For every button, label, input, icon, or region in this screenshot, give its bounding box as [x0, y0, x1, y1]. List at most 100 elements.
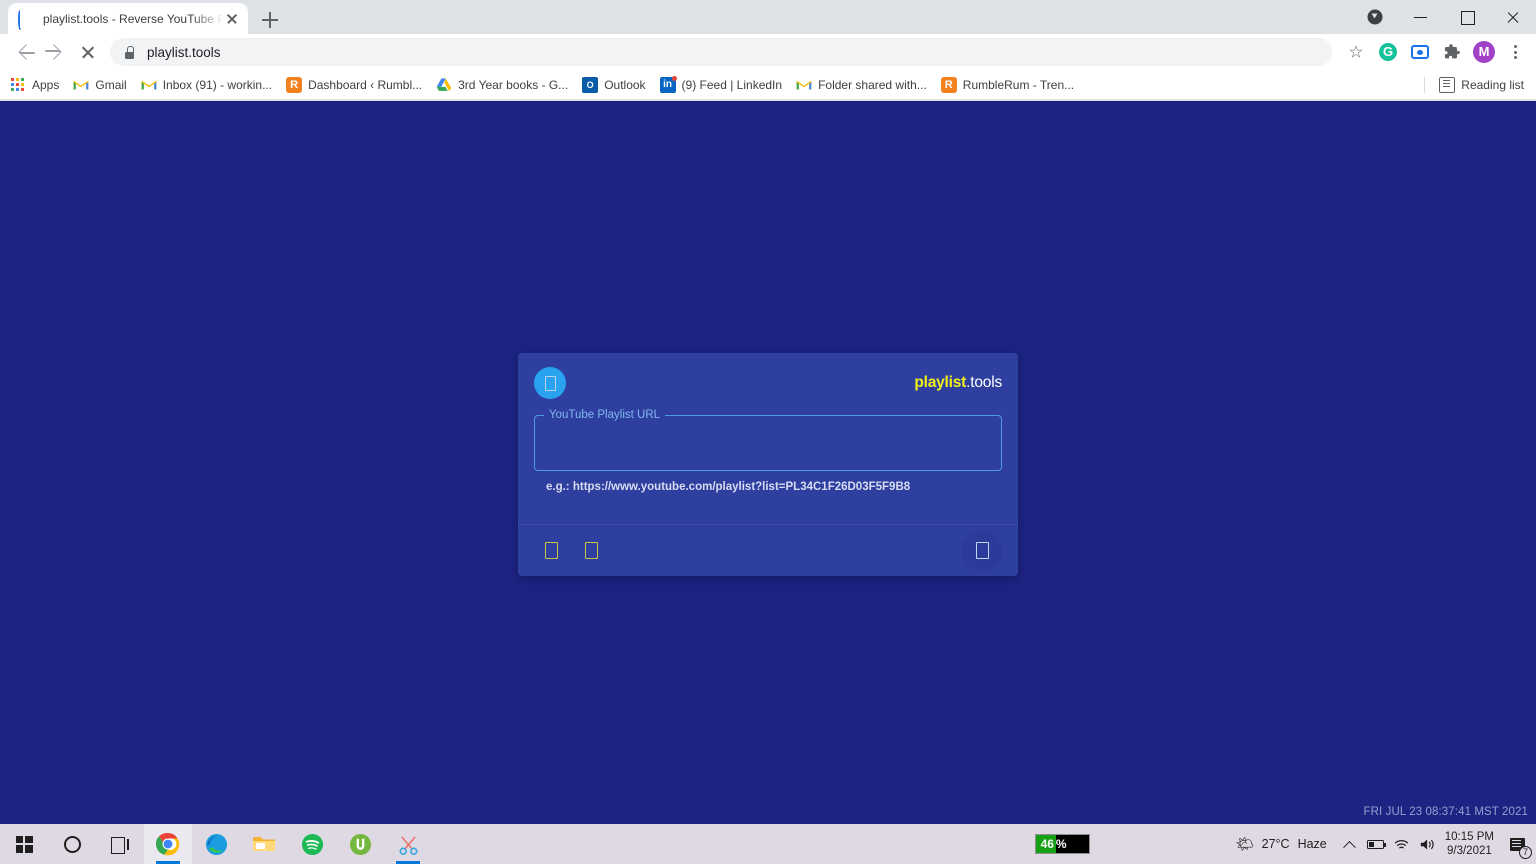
missing-glyph-box — [545, 376, 556, 391]
wifi-icon[interactable] — [1389, 824, 1415, 864]
address-bar[interactable]: playlist.tools — [110, 38, 1332, 66]
bookmark-rumblerum[interactable]: R RumbleRum - Tren... — [941, 77, 1074, 93]
missing-glyph-box — [976, 542, 989, 559]
notification-count-badge: 7 — [1519, 846, 1532, 859]
playlist-url-helper-text: e.g.: https://www.youtube.com/playlist?l… — [534, 481, 1002, 493]
reading-list-icon — [1439, 77, 1455, 93]
bookmark-inbox[interactable]: Inbox (91) - workin... — [141, 77, 272, 93]
windows-logo-icon — [16, 836, 33, 853]
snipping-tool-taskbar-icon[interactable] — [384, 824, 432, 864]
card-footer — [518, 524, 1018, 576]
profile-avatar[interactable]: M — [1468, 36, 1500, 68]
bookmark-apps[interactable]: Apps — [10, 77, 59, 93]
tab-title: playlist.tools - Reverse YouTube P — [43, 12, 224, 26]
card-body: playlist.tools YouTube Playlist URL e.g.… — [518, 353, 1018, 524]
footer-action-two-icon[interactable] — [574, 534, 608, 568]
lock-icon — [124, 46, 135, 59]
forward-arrow-icon[interactable] — [40, 36, 72, 68]
loading-spinner-icon — [18, 11, 34, 27]
bookmark-label: Dashboard ‹ Rumbl... — [308, 78, 422, 92]
task-view-button[interactable] — [96, 824, 144, 864]
stop-loading-icon[interactable] — [72, 36, 104, 68]
gmail-icon — [141, 77, 157, 93]
linkedin-icon: in — [660, 77, 676, 93]
browser-window: playlist.tools - Reverse YouTube P playl… — [0, 0, 1536, 824]
new-tab-button[interactable] — [256, 6, 284, 34]
maximize-button[interactable] — [1444, 0, 1490, 34]
missing-glyph-box — [585, 542, 598, 559]
screen-capture-icon[interactable] — [1404, 36, 1436, 68]
tab-close-icon[interactable] — [224, 11, 240, 27]
account-avatar-icon[interactable] — [534, 367, 566, 399]
download-icon[interactable] — [1352, 0, 1398, 34]
battery-icon[interactable] — [1363, 824, 1389, 864]
chrome-menu-icon[interactable] — [1500, 36, 1532, 68]
playlist-url-field[interactable]: YouTube Playlist URL — [534, 415, 1002, 471]
clock-time: 10:15 PM — [1445, 830, 1494, 844]
weather-widget[interactable]: 🌤 27°C Haze — [1236, 835, 1327, 853]
browser-tab[interactable]: playlist.tools - Reverse YouTube P — [8, 3, 248, 34]
folder-icon — [252, 834, 276, 854]
back-arrow-icon[interactable] — [8, 36, 40, 68]
volume-icon[interactable] — [1415, 824, 1441, 864]
edge-icon — [205, 833, 228, 856]
minimize-button[interactable] — [1398, 0, 1444, 34]
start-button[interactable] — [0, 824, 48, 864]
battery-percent-widget[interactable]: 46 % — [1035, 834, 1090, 854]
gmail-icon — [796, 77, 812, 93]
bookmark-folder-shared[interactable]: Folder shared with... — [796, 77, 927, 93]
reading-list-label: Reading list — [1461, 78, 1524, 92]
tab-strip: playlist.tools - Reverse YouTube P — [0, 0, 1536, 34]
battery-percent-value: 46 — [1036, 835, 1056, 853]
playlist-url-input[interactable] — [534, 415, 1002, 471]
bookmark-label: Folder shared with... — [818, 78, 927, 92]
taskbar-clock[interactable]: 10:15 PM 9/3/2021 — [1445, 830, 1494, 858]
extensions-puzzle-icon[interactable] — [1436, 36, 1468, 68]
chrome-taskbar-icon[interactable] — [144, 824, 192, 864]
clock-date: 9/3/2021 — [1445, 844, 1494, 858]
show-hidden-icons-chevron[interactable] — [1337, 824, 1363, 864]
search-circle-icon — [64, 836, 81, 853]
divider — [1424, 77, 1425, 93]
browser-toolbar: playlist.tools ☆ G M — [0, 34, 1536, 70]
bookmark-3rd-year-books[interactable]: 3rd Year books - G... — [436, 77, 568, 93]
bookmark-dashboard-rumble[interactable]: R Dashboard ‹ Rumbl... — [286, 77, 422, 93]
google-drive-icon — [436, 77, 452, 93]
bookmark-label: RumbleRum - Tren... — [963, 78, 1074, 92]
grammarly-extension-icon[interactable]: G — [1372, 36, 1404, 68]
action-center-icon[interactable]: 7 — [1502, 824, 1532, 864]
battery-percent-unit: % — [1056, 835, 1089, 853]
chrome-icon — [156, 832, 180, 856]
bookmark-gmail[interactable]: Gmail — [73, 77, 126, 93]
card-header: playlist.tools — [534, 367, 1002, 399]
rumble-icon: R — [941, 77, 957, 93]
edge-taskbar-icon[interactable] — [192, 824, 240, 864]
weather-temperature: 27°C — [1262, 837, 1290, 851]
logo-suffix: .tools — [966, 374, 1002, 391]
cortana-search-button[interactable] — [48, 824, 96, 864]
footer-action-one-icon[interactable] — [534, 534, 568, 568]
bookmark-label: Gmail — [95, 78, 126, 92]
spotify-taskbar-icon[interactable] — [288, 824, 336, 864]
playlist-url-card: playlist.tools YouTube Playlist URL e.g.… — [518, 353, 1018, 576]
bookmarks-bar: Apps Gmail Inbox (91) - workin... R Dash… — [0, 70, 1536, 100]
page-viewport: playlist.tools YouTube Playlist URL e.g.… — [0, 101, 1536, 824]
utorrent-icon — [349, 833, 372, 856]
toolbar-icons: ☆ G M — [1340, 36, 1532, 68]
reading-list-button[interactable]: Reading list — [1439, 77, 1524, 93]
address-bar-url: playlist.tools — [147, 45, 221, 60]
spotify-icon — [301, 833, 324, 856]
scissors-icon — [397, 833, 420, 856]
weather-condition: Haze — [1298, 837, 1327, 851]
rumble-icon: R — [286, 77, 302, 93]
submit-fab-button[interactable] — [962, 531, 1002, 571]
bookmark-star-icon[interactable]: ☆ — [1340, 36, 1372, 68]
bookmark-linkedin[interactable]: in (9) Feed | LinkedIn — [660, 77, 783, 93]
sun-cloud-icon: 🌤 — [1236, 835, 1255, 853]
utorrent-taskbar-icon[interactable] — [336, 824, 384, 864]
close-window-button[interactable] — [1490, 0, 1536, 34]
bookmark-outlook[interactable]: O Outlook — [582, 77, 645, 93]
reading-list-area: Reading list — [1424, 77, 1536, 93]
file-explorer-taskbar-icon[interactable] — [240, 824, 288, 864]
task-view-icon — [111, 837, 129, 852]
